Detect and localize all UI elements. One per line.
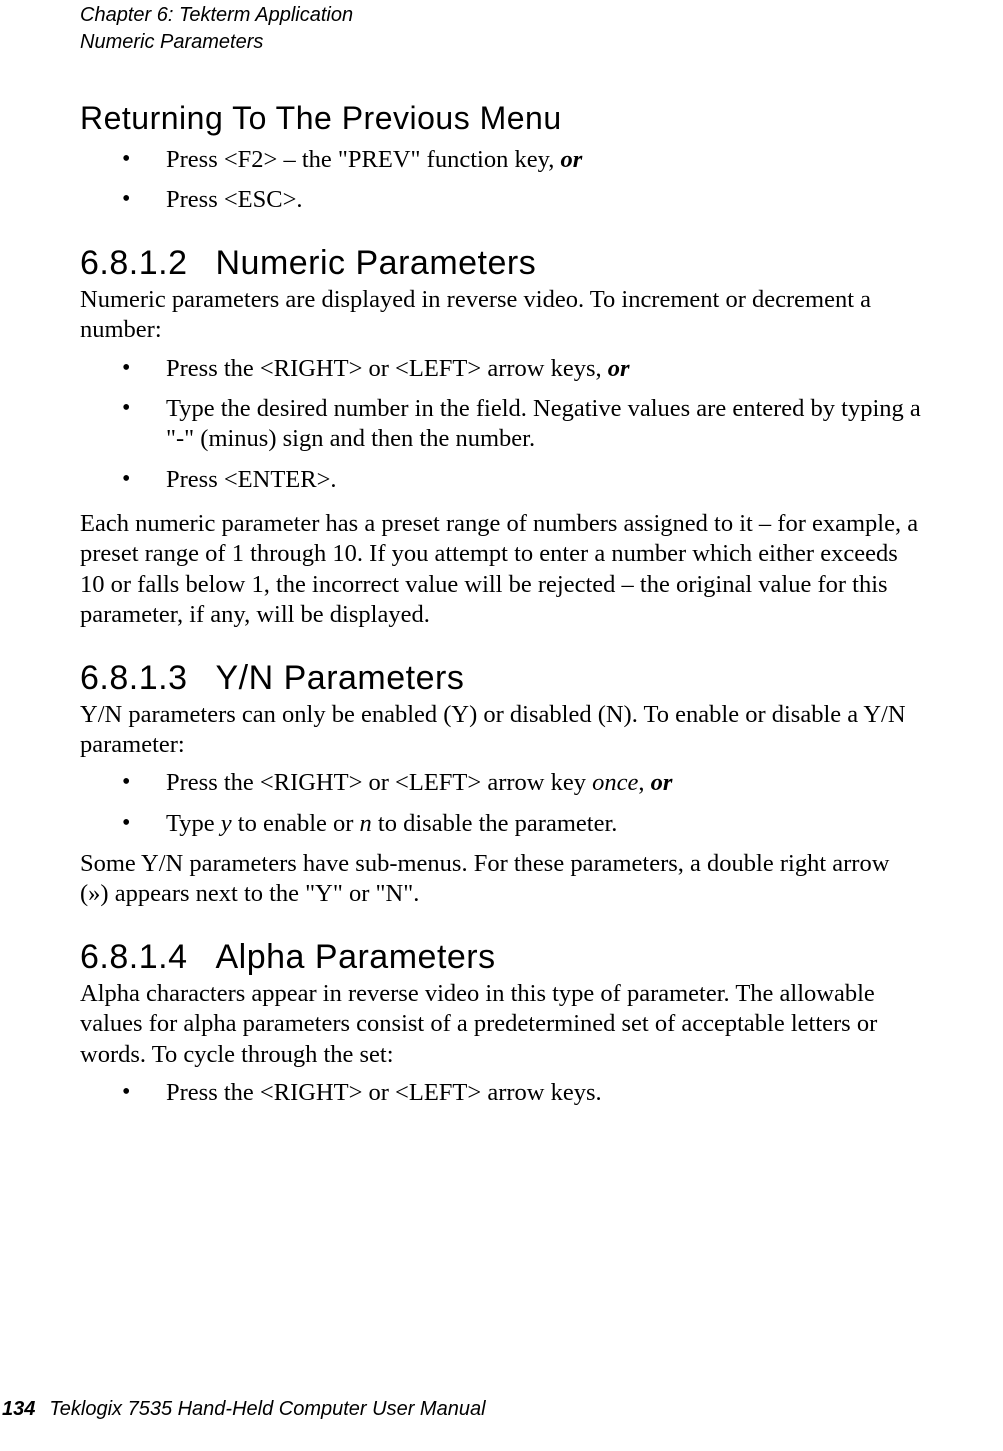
list-item: Type the desired number in the field. Ne… [80,394,923,455]
section-title: Y/N Parameters [215,659,464,697]
paragraph: Each numeric parameter has a preset rang… [80,509,923,631]
section-number: 6.8.1.2 [80,244,187,283]
list-item: Press the <RIGHT> or <LEFT> arrow keys. [80,1078,923,1108]
emphasis-or: or [560,146,582,173]
list-item: Press <F2> – the "PREV" function key, or [80,145,923,175]
running-header: Chapter 6: Tekterm Application Numeric P… [80,0,923,56]
list-item: Press <ESC>. [80,185,923,215]
section-title: Alpha Parameters [215,938,495,976]
text: to enable or [232,810,360,837]
footer-title: Teklogix 7535 Hand-Held Computer User Ma… [49,1398,485,1420]
section-title: Numeric Parameters [215,244,536,282]
list-alpha: Press the <RIGHT> or <LEFT> arrow keys. [80,1078,923,1108]
list-item: Press <ENTER>. [80,465,923,495]
emphasis-once: once [592,769,638,796]
text: to disable the parameter. [372,810,618,837]
text: Type [166,810,221,837]
paragraph: Alpha characters appear in reverse video… [80,979,923,1070]
paragraph: Some Y/N parameters have sub-menus. For … [80,849,923,910]
list-item: Press the <RIGHT> or <LEFT> arrow keys, … [80,354,923,384]
page-footer: 134 Teklogix 7535 Hand-Held Computer User… [2,1398,486,1421]
heading-6-8-1-3: 6.8.1.3 Y/N Parameters [80,659,923,698]
heading-6-8-1-2: 6.8.1.2 Numeric Parameters [80,244,923,283]
emphasis-or: or [608,355,630,382]
header-chapter: Chapter 6: Tekterm Application [80,2,923,29]
list-returning: Press <F2> – the "PREV" function key, or… [80,145,923,216]
list-item: Press the <RIGHT> or <LEFT> arrow key on… [80,768,923,798]
text: Press the <RIGHT> or <LEFT> arrow keys, [166,355,608,382]
paragraph: Numeric parameters are displayed in reve… [80,285,923,346]
emphasis-n: n [360,810,372,837]
text: Press the <RIGHT> or <LEFT> arrow key [166,769,592,796]
list-item: Type y to enable or n to disable the par… [80,809,923,839]
section-number: 6.8.1.4 [80,938,187,977]
page-content: Returning To The Previous Menu Press <F2… [80,56,923,1108]
emphasis-y: y [221,810,232,837]
heading-6-8-1-4: 6.8.1.4 Alpha Parameters [80,938,923,977]
text: , [638,769,650,796]
page-number: 134 [2,1398,35,1420]
text: Press <F2> – the "PREV" function key, [166,146,560,173]
emphasis-or: or [651,769,673,796]
heading-returning: Returning To The Previous Menu [80,100,923,137]
list-numeric: Press the <RIGHT> or <LEFT> arrow keys, … [80,354,923,496]
list-yn: Press the <RIGHT> or <LEFT> arrow key on… [80,768,923,839]
header-section: Numeric Parameters [80,29,923,56]
paragraph: Y/N parameters can only be enabled (Y) o… [80,700,923,761]
section-number: 6.8.1.3 [80,659,187,698]
